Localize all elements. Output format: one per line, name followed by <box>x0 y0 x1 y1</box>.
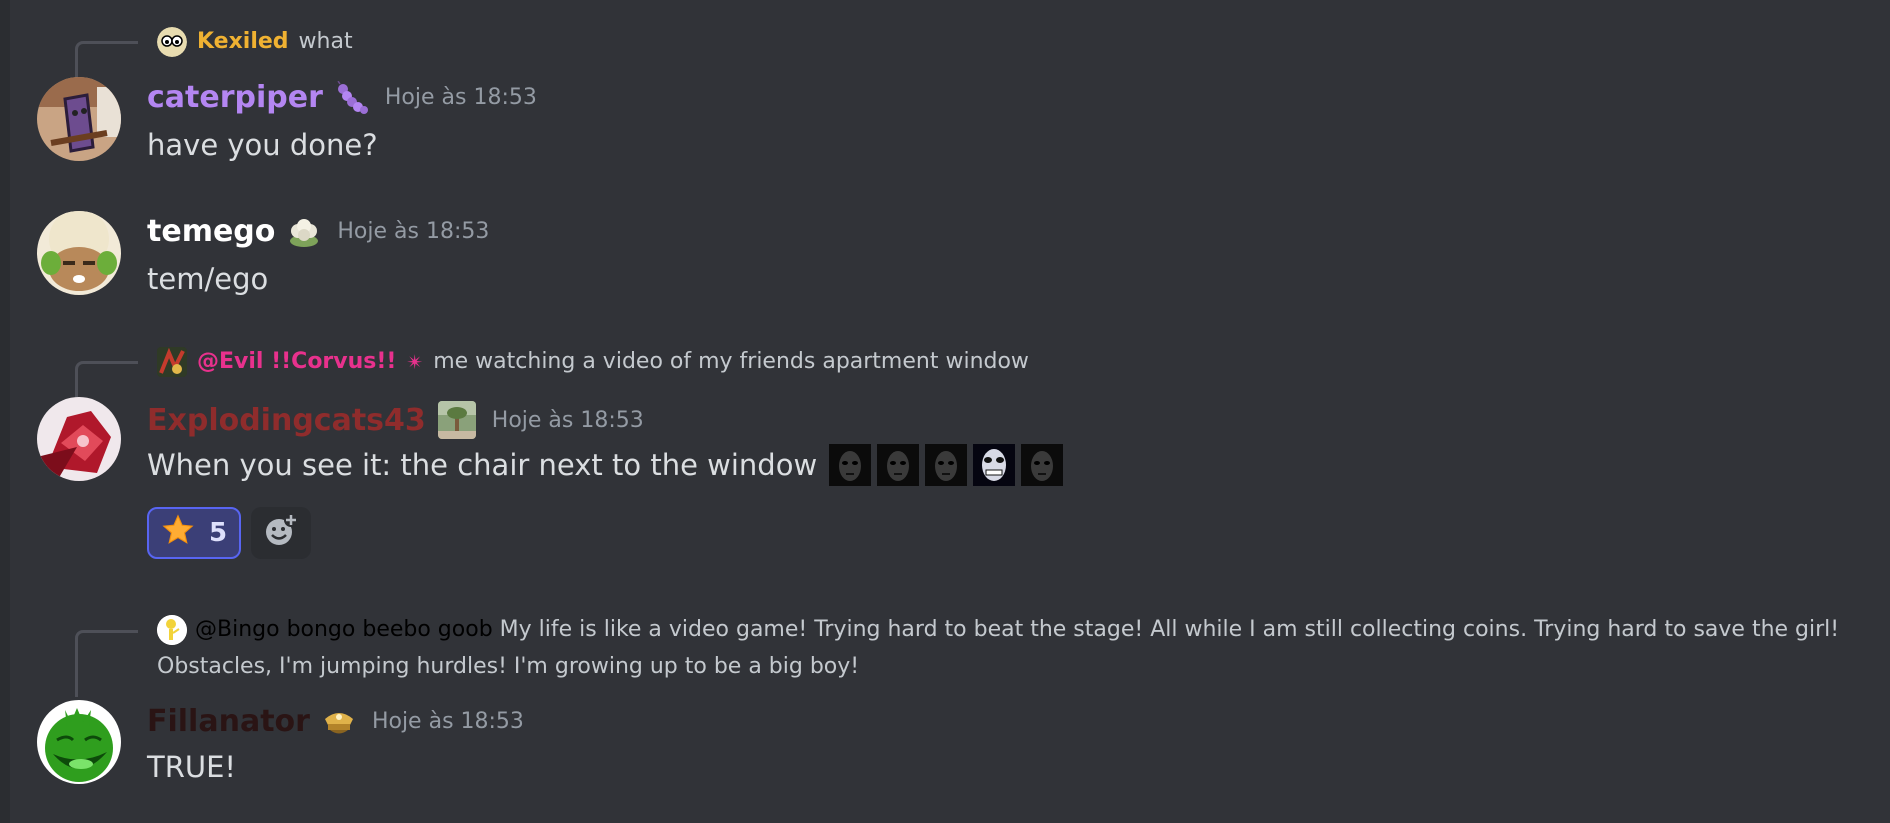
timestamp[interactable]: Hoje às 18:53 <box>492 408 644 433</box>
bright-face-emoji[interactable] <box>973 444 1016 486</box>
reply-author[interactable]: @Bingo bongo beebo goob <box>195 617 493 642</box>
message-header: temego Hoje às 18:53 <box>147 214 489 249</box>
username[interactable]: caterpiper <box>147 80 323 115</box>
reply-spine <box>75 361 138 398</box>
reply-text[interactable]: me watching a video of my friends apartm… <box>433 344 1029 380</box>
avatar[interactable] <box>37 211 121 295</box>
reply-reference[interactable]: Kexiled what <box>157 24 353 60</box>
reply-spine <box>75 630 138 697</box>
message-text: When you see it: the chair next to the w… <box>147 448 818 482</box>
reply-reference[interactable]: @Evil !!Corvus!! ✴ me watching a video o… <box>157 344 1029 380</box>
username[interactable]: Fillanator <box>147 704 310 739</box>
avatar[interactable] <box>37 77 121 161</box>
message-list: Kexiled what caterpiper Hoje às 18:53 ha… <box>10 0 1890 823</box>
reply-author[interactable]: @Evil !!Corvus!! <box>197 344 396 380</box>
caterpillar-icon[interactable] <box>335 80 369 115</box>
channel-left-border <box>0 0 10 823</box>
message-content: TRUE! <box>147 750 237 784</box>
reply-author[interactable]: Kexiled <box>197 24 289 60</box>
dark-face-emoji[interactable] <box>829 444 872 486</box>
message-header: caterpiper Hoje às 18:53 <box>147 80 537 115</box>
message-content: have you done? <box>147 128 378 162</box>
reactions-bar: 5 <box>147 507 311 559</box>
dark-face-emoji[interactable] <box>877 444 920 486</box>
police-cap-icon[interactable] <box>322 705 356 739</box>
message-content: When you see it: the chair next to the w… <box>147 444 1064 486</box>
username[interactable]: Explodingcats43 <box>147 403 426 438</box>
message-header: Explodingcats43 Hoje às 18:53 <box>147 401 644 439</box>
avatar[interactable] <box>37 397 121 481</box>
tree-photo-icon[interactable] <box>437 401 476 439</box>
reply-text[interactable]: what <box>299 24 353 60</box>
reply-spine <box>75 41 138 78</box>
reply-reference[interactable]: @Bingo bongo beebo goob My life is like … <box>157 611 1877 685</box>
message-content: tem/ego <box>147 262 269 296</box>
add-reaction-button[interactable] <box>251 507 311 559</box>
reply-avatar[interactable] <box>157 347 187 377</box>
message-header: Fillanator Hoje às 18:53 <box>147 704 524 739</box>
reply-avatar[interactable] <box>157 27 187 57</box>
timestamp[interactable]: Hoje às 18:53 <box>385 85 537 110</box>
add-reaction-icon <box>263 512 299 555</box>
reaction-count: 5 <box>208 518 228 548</box>
dark-face-emoji[interactable] <box>1021 444 1064 486</box>
cauliflower-icon[interactable] <box>287 215 321 249</box>
timestamp[interactable]: Hoje às 18:53 <box>372 709 524 734</box>
reaction-star[interactable]: 5 <box>147 507 241 559</box>
username[interactable]: temego <box>147 214 275 249</box>
dark-face-emoji[interactable] <box>925 444 968 486</box>
star-icon <box>161 513 195 554</box>
avatar[interactable] <box>37 700 121 784</box>
timestamp[interactable]: Hoje às 18:53 <box>337 219 489 244</box>
reply-avatar[interactable] <box>157 615 187 645</box>
reply-badge: ✴ <box>406 350 424 374</box>
